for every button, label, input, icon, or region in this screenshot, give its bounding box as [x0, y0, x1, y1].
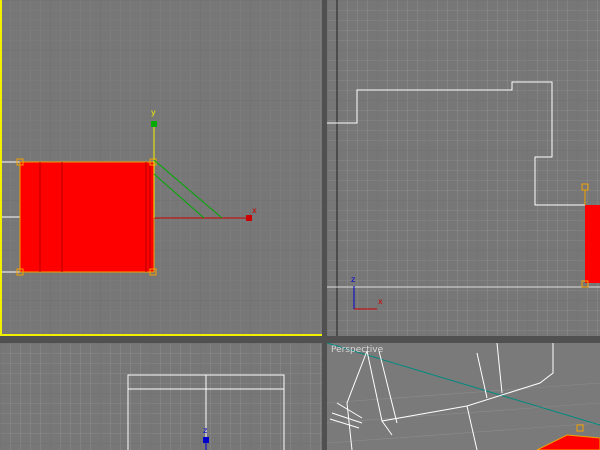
viewport-front-canvas[interactable]: z x: [327, 0, 600, 336]
tripod-z-label: z: [351, 275, 355, 284]
grid: [327, 0, 600, 336]
gizmo-z-label-left: z: [203, 426, 207, 435]
viewport-top-canvas[interactable]: x y: [0, 0, 322, 336]
gizmo-y-label: y: [151, 108, 156, 117]
gizmo-x-tip[interactable]: [246, 215, 252, 221]
gizmo-y-tip[interactable]: [151, 121, 157, 127]
gizmo-x-label: x: [252, 206, 257, 215]
viewport-left-canvas[interactable]: z: [0, 343, 322, 450]
grid: [0, 343, 322, 450]
tripod-x-label: x: [378, 297, 383, 306]
viewport-left[interactable]: z: [0, 343, 322, 450]
gizmo-z-tip[interactable]: [203, 437, 209, 443]
selected-object[interactable]: [19, 161, 155, 273]
viewport-label-perspective[interactable]: Perspective: [331, 345, 383, 355]
selected-object-front[interactable]: [585, 205, 600, 283]
viewport-top[interactable]: x y: [0, 0, 322, 336]
viewport-front[interactable]: z x: [327, 0, 600, 336]
viewport-perspective[interactable]: Perspective: [327, 343, 600, 450]
viewport-perspective-canvas[interactable]: [327, 343, 600, 450]
